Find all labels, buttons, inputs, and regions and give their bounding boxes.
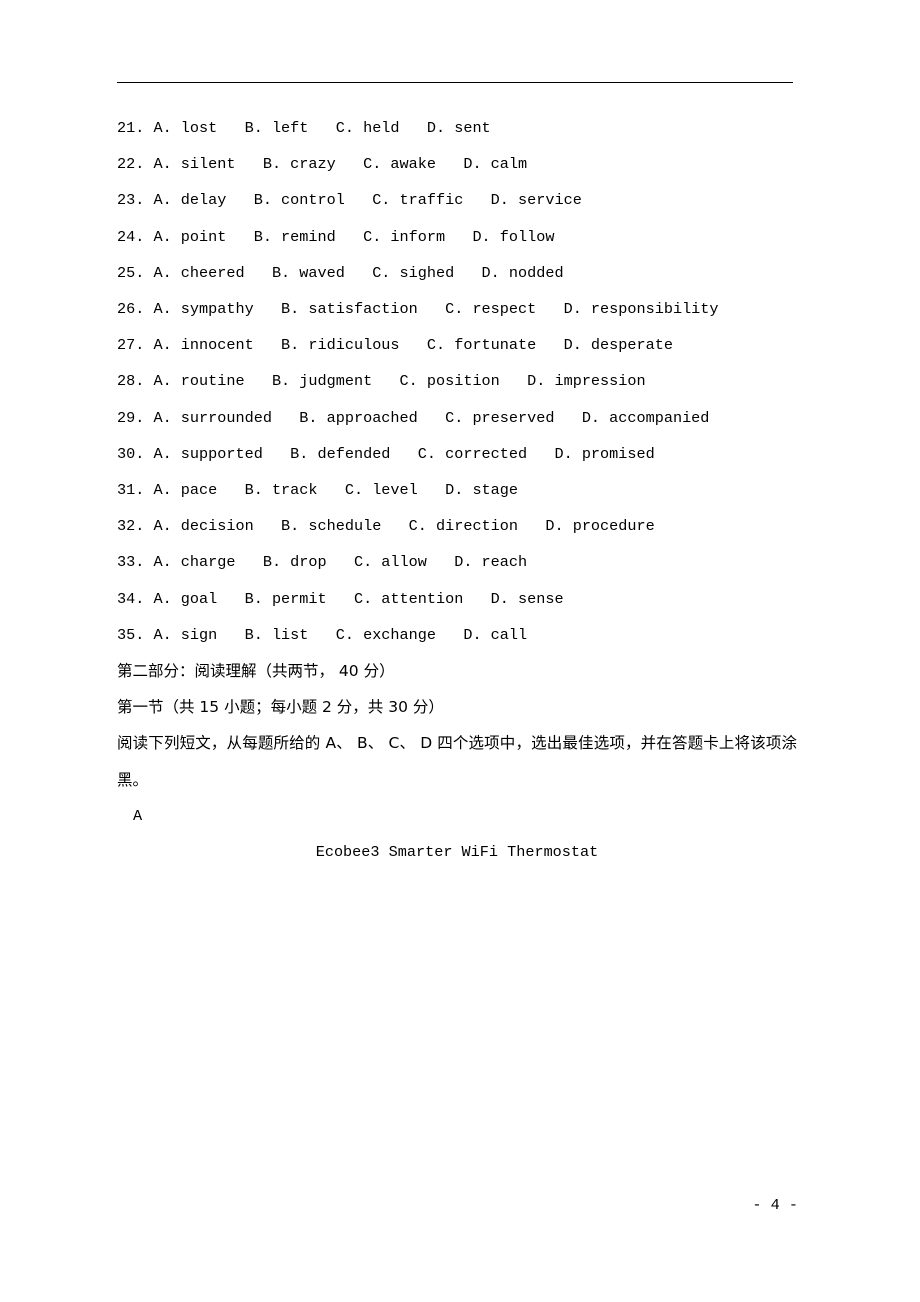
question-item: 24. A. point B. remind C. inform D. foll…	[117, 227, 555, 246]
question-item: 30. A. supported B. defended C. correcte…	[117, 444, 655, 463]
question-item: 21. A. lost B. left C. held D. sent	[117, 119, 491, 137]
question-item: 33. A. charge B. drop C. allow D. reach	[117, 553, 528, 572]
section-letter-a: A	[133, 806, 143, 825]
question-item: 23. A. delay B. control C. traffic D. se…	[117, 191, 582, 210]
reading-instructions: 阅读下列短文，从每题所给的 A、 B、 C、 D 四个选项中，选出最佳选项，并在…	[117, 734, 797, 789]
question-item: 32. A. decision B. schedule C. direction…	[117, 517, 655, 536]
question-item: 35. A. sign B. list C. exchange D. call	[117, 625, 528, 644]
question-item: 31. A. pace B. track C. level D. stage	[117, 481, 519, 500]
question-item: 22. A. silent B. crazy C. awake D. calm	[117, 155, 528, 174]
question-item: 34. A. goal B. permit C. attention D. se…	[117, 589, 564, 608]
question-item: 28. A. routine B. judgment C. position D…	[117, 372, 646, 391]
passage-title: Ecobee3 Smarter WiFi Thermostat	[315, 843, 599, 862]
page-content: 21. A. lost B. left C. held D. sent 22. …	[117, 110, 797, 870]
page-number: - 4 -	[752, 1196, 798, 1214]
question-item: 27. A. innocent B. ridiculous C. fortuna…	[117, 336, 673, 355]
question-item: 26. A. sympathy B. satisfaction C. respe…	[117, 300, 719, 319]
part-two-heading: 第二部分：阅读理解（共两节， 40 分）	[117, 662, 395, 681]
exam-page: 21. A. lost B. left C. held D. sent 22. …	[0, 0, 920, 1302]
question-item: 25. A. cheered B. waved C. sighed D. nod…	[117, 263, 564, 282]
question-item: 29. A. surrounded B. approached C. prese…	[117, 408, 710, 427]
section-one-heading: 第一节（共 15 小题；每小题 2 分，共 30 分）	[117, 698, 444, 717]
header-rule	[117, 82, 793, 83]
